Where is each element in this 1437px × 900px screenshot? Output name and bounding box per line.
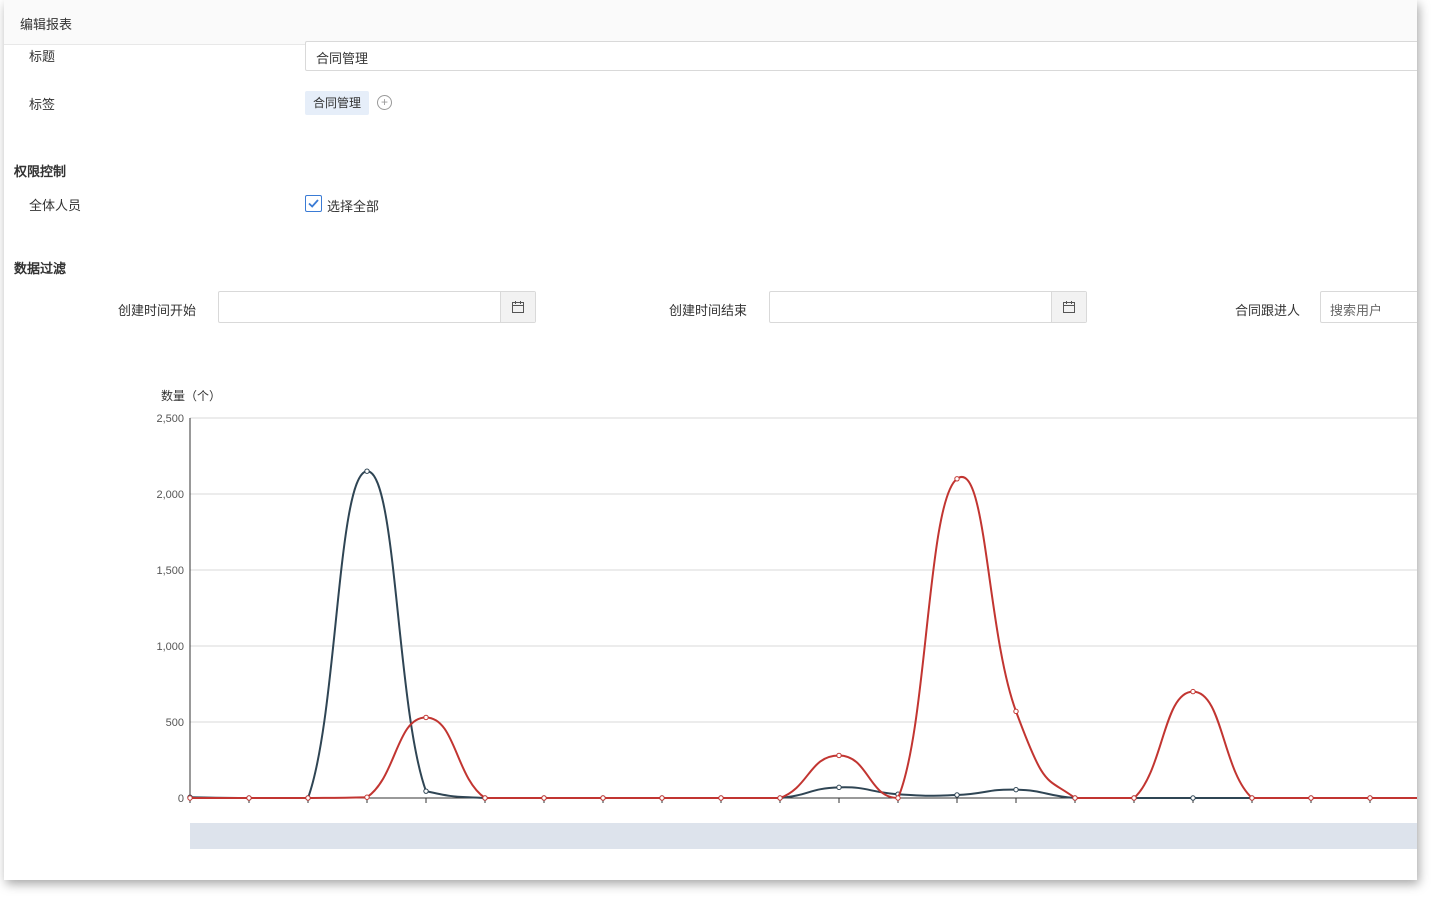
chart-zoom-slider: [190, 823, 1417, 849]
select-all-label: 选择全部: [327, 199, 380, 214]
plus-circle-icon[interactable]: +: [377, 95, 392, 110]
permission-section-title: 权限控制: [14, 164, 67, 179]
y-tick-label: 500: [166, 717, 184, 729]
data-point: [1367, 795, 1373, 801]
data-point: [895, 795, 901, 801]
series-line-0: [189, 470, 1417, 799]
data-point: [954, 476, 960, 482]
data-point: [1013, 708, 1019, 715]
tag-chip[interactable]: 合同管理: [305, 91, 370, 115]
calendar-icon: [512, 301, 524, 313]
follower-placeholder: 搜索用户: [1330, 303, 1383, 318]
window-titlebar: 编辑报表: [4, 0, 1417, 45]
data-point: [836, 784, 842, 791]
select-all-checkbox[interactable]: [305, 195, 322, 212]
data-point: [541, 795, 547, 801]
data-point: [1072, 795, 1078, 801]
create-start-label: 创建时间开始: [118, 303, 197, 318]
data-point: [1190, 795, 1196, 801]
data-point: [305, 795, 311, 801]
filter-section-title: 数据过滤: [14, 261, 67, 276]
data-point: [954, 792, 960, 798]
data-point: [659, 795, 665, 801]
check-icon: [308, 199, 319, 208]
data-point: [1131, 795, 1137, 801]
all-staff-label: 全体人员: [29, 198, 82, 213]
follower-label: 合同跟进人: [1235, 303, 1301, 318]
data-point: [187, 795, 193, 801]
create-end-label: 创建时间结束: [669, 303, 748, 318]
data-point: [1190, 688, 1196, 695]
create-start-input[interactable]: [218, 291, 536, 323]
title-input-value: 合同管理: [316, 51, 369, 66]
line-chart: 数量（个） 0 500 1,000 1,500 2,000 2,500: [156, 388, 1417, 849]
create-end-calendar-button[interactable]: [1051, 292, 1086, 322]
data-point: [836, 752, 842, 759]
report-editor-window: 编辑报表 标题 合同管理 标签 合同管理 + 权限控制 全体人员 选择全部 数据…: [4, 0, 1417, 880]
create-start-calendar-button[interactable]: [500, 292, 535, 322]
create-end-input[interactable]: [769, 291, 1087, 323]
y-tick-label: 0: [178, 793, 184, 805]
data-point: [423, 714, 429, 721]
y-tick-label: 2,000: [156, 489, 184, 501]
series-line-1: [190, 475, 1417, 800]
title-label: 标题: [29, 49, 56, 64]
data-point: [364, 468, 370, 474]
calendar-icon: [1063, 301, 1075, 313]
data-point: [718, 795, 724, 801]
y-tick-label: 1,000: [156, 641, 184, 653]
data-point: [423, 788, 429, 794]
window-title: 编辑报表: [20, 17, 73, 32]
data-point: [1249, 795, 1255, 801]
data-point: [364, 794, 370, 800]
y-tick-label: 1,500: [156, 565, 184, 577]
tags-label: 标签: [29, 97, 56, 112]
data-point: [1308, 795, 1314, 801]
data-point: [1013, 786, 1019, 793]
data-point: [777, 795, 783, 801]
title-input[interactable]: 合同管理: [305, 41, 1417, 71]
data-point: [600, 795, 606, 801]
data-point: [246, 795, 252, 801]
y-tick-label: 2,500: [156, 413, 184, 425]
follower-search-input[interactable]: 搜索用户: [1320, 291, 1417, 323]
data-point: [482, 795, 488, 801]
y-axis-label: 数量（个）: [161, 388, 221, 403]
